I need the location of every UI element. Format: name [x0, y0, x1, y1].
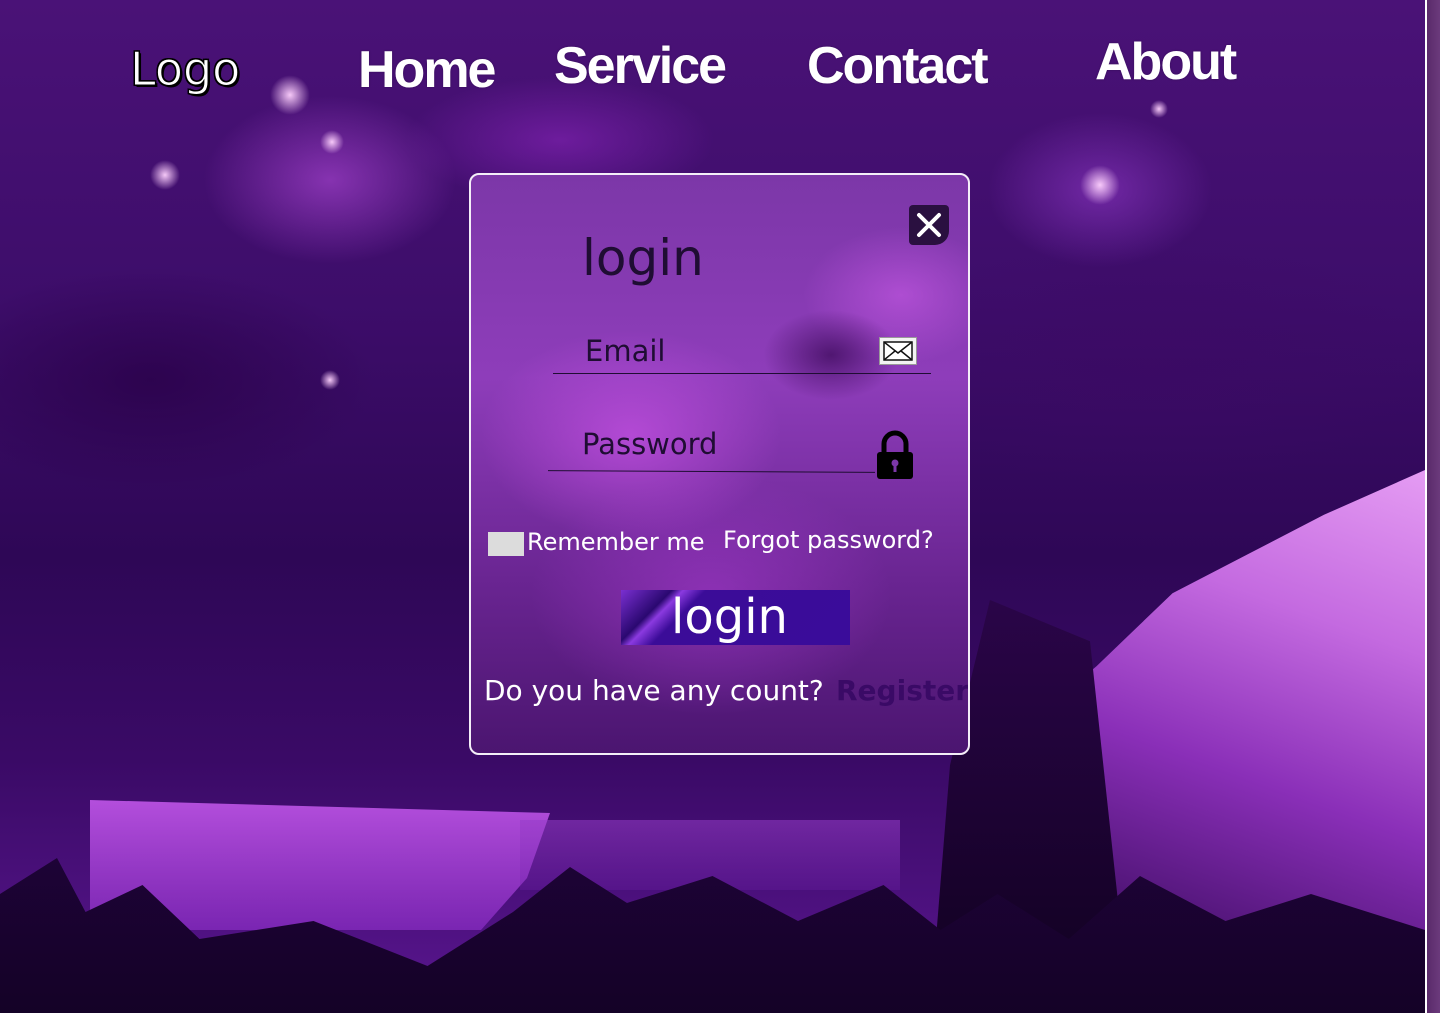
email-field[interactable]: Email — [585, 337, 665, 366]
close-icon — [917, 213, 941, 237]
forgot-password-link[interactable]: Forgot password? — [723, 528, 934, 552]
password-field[interactable]: Password — [582, 430, 717, 459]
mail-icon — [879, 337, 917, 365]
login-title: login — [582, 229, 704, 287]
remember-label: Remember me — [527, 528, 705, 556]
remember-checkbox[interactable] — [488, 532, 524, 556]
login-button-label: login — [671, 589, 788, 645]
login-button[interactable]: login — [621, 590, 850, 645]
email-underline — [553, 373, 931, 374]
nav-service[interactable]: Service — [554, 40, 727, 92]
lock-icon — [877, 430, 913, 479]
nav-about[interactable]: About — [1095, 36, 1237, 88]
login-card: login Email Password Remember me Forgot … — [469, 173, 970, 755]
nav-home[interactable]: Home — [358, 44, 496, 96]
account-prompt: Do you have any count? — [484, 674, 824, 707]
logo[interactable]: Logo — [129, 46, 240, 93]
nav-contact[interactable]: Contact — [807, 40, 989, 92]
close-button[interactable] — [909, 205, 949, 245]
register-link[interactable]: Register — [836, 677, 968, 705]
password-underline — [547, 470, 876, 473]
window-edge — [1425, 0, 1440, 1013]
